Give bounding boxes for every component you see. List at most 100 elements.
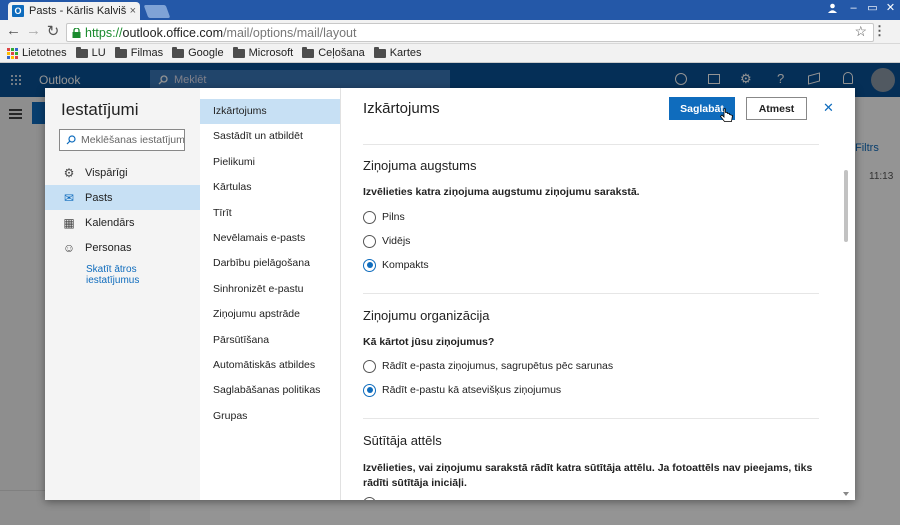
divider [363, 418, 819, 419]
window-close-button[interactable]: ✕ [880, 0, 900, 15]
folder-icon [232, 46, 245, 58]
bookmarks-bar: Lietotnes LU Filmas Google Microsoft Ceļ… [0, 44, 900, 63]
category-automatic-replies[interactable]: Automātiskās atbildes [200, 353, 340, 378]
minimize-button[interactable]: – [843, 0, 864, 15]
radio-conversation[interactable]: Rādīt e-pasta ziņojumus, sagrupētus pēc … [363, 354, 613, 378]
category-retention[interactable]: Saglabāšanas politikas [200, 378, 340, 403]
settings-left-pane: Iestatījumi Meklēšanas iestatījumi ⚙ Visp… [45, 88, 200, 500]
url-path: /mail/options/mail/layout [223, 25, 357, 40]
radio-circle-selected [363, 383, 376, 397]
radio-label: Kompakts [382, 259, 429, 271]
browser-menu-icon[interactable]: ⋮ [873, 23, 886, 39]
bookmark-label: LU [91, 47, 106, 59]
bookmark-lu[interactable]: LU [75, 46, 106, 59]
settings-search-placeholder: Meklēšanas iestatījumi [81, 134, 184, 146]
apps-grid-icon [7, 47, 18, 59]
radio-medium[interactable]: Vidējs [363, 229, 429, 253]
mail-icon: ✉ [63, 190, 75, 205]
section-organization-title: Ziņojumu organizācija [363, 308, 490, 323]
nav-people[interactable]: ☺ Personas [45, 235, 200, 260]
nav-label: Personas [85, 241, 132, 254]
nav-general[interactable]: ⚙ Vispārīgi [45, 160, 200, 185]
folder-icon [172, 46, 185, 58]
divider [363, 293, 819, 294]
reload-button[interactable]: ↻ [46, 22, 60, 40]
radio-label: Rādīt e-pasta ziņojumus, sagrupētus pēc … [382, 360, 614, 372]
nav-calendar[interactable]: ▦ Kalendārs [45, 210, 200, 235]
category-attachments[interactable]: Pielikumi [200, 150, 340, 175]
category-message-handling[interactable]: Ziņojumu apstrāde [200, 302, 340, 327]
settings-title: Iestatījumi [61, 100, 139, 119]
scrollbar-thumb[interactable] [844, 170, 848, 242]
bookmark-label: Ceļošana [318, 47, 365, 59]
radio-compact[interactable]: Kompakts [363, 253, 429, 277]
category-layout[interactable]: Izkārtojums [200, 99, 340, 125]
folder-icon [114, 46, 127, 58]
category-groups[interactable]: Grupas [200, 404, 340, 429]
section-organization-question: Kā kārtot jūsu ziņojumus? [363, 336, 495, 348]
bookmark-celosana[interactable]: Ceļošana [302, 46, 365, 59]
tab-title: Pasts - Kārlis Kalviški [29, 5, 127, 17]
radio-label: Vidējs [382, 235, 411, 247]
new-tab-button[interactable] [143, 5, 171, 18]
folder-icon [75, 46, 88, 58]
radio-full[interactable]: Pilns [363, 205, 429, 229]
radio-individual[interactable]: Rādīt e-pastu kā atsevišķus ziņojumus [363, 378, 613, 402]
gear-icon: ⚙ [63, 165, 75, 180]
bookmark-microsoft[interactable]: Microsoft [232, 46, 294, 59]
mail-categories-pane: Izkārtojums Sastādīt un atbildēt Pieliku… [200, 88, 341, 500]
lock-icon [72, 27, 81, 38]
section-message-height-question: Izvēlieties katra ziņojuma augstumu ziņo… [363, 186, 640, 198]
category-sync-email[interactable]: Sinhronizēt e-pastu [200, 277, 340, 302]
radio-circle-selected [363, 258, 376, 272]
folder-icon [373, 46, 386, 58]
page-title: Izkārtojums [363, 100, 440, 117]
bookmark-star-icon[interactable]: ☆ [854, 23, 867, 40]
bookmark-kartes[interactable]: Kartes [373, 46, 422, 59]
bookmark-label: Google [188, 47, 224, 59]
scroll-down-arrow-icon[interactable] [843, 492, 849, 496]
bookmark-google[interactable]: Google [172, 46, 224, 59]
section-sender-image-question: Izvēlieties, vai ziņojumu sarakstā rādīt… [363, 462, 813, 489]
url-scheme: https:// [85, 25, 123, 40]
radio-label: Rādīt e-pastu kā atsevišķus ziņojumus [382, 384, 562, 396]
back-button[interactable]: ← [6, 22, 21, 39]
address-bar-row: ← → ↻ https://outlook.office.com/mail/op… [0, 20, 900, 44]
folder-icon [302, 46, 315, 58]
layout-settings-pane: Izkārtojums Saglabāt Atmest ✕ Ziņojuma a… [342, 88, 855, 500]
bookmark-label: Kartes [389, 47, 422, 59]
browser-tab[interactable]: O Pasts - Kārlis Kalviški × [8, 2, 140, 20]
discard-button[interactable]: Atmest [746, 97, 807, 120]
radio-label: Pilns [382, 211, 405, 223]
nav-label: Pasts [85, 191, 113, 204]
nav-label: Kalendārs [85, 216, 135, 229]
section-sender-image-title: Sūtītāja attēls [363, 433, 442, 448]
outlook-favicon-icon: O [12, 5, 24, 17]
close-icon[interactable]: ✕ [823, 100, 834, 116]
profile-icon[interactable] [822, 0, 843, 15]
category-sweep[interactable]: Tīrīt [200, 201, 340, 226]
bookmark-filmas[interactable]: Filmas [114, 46, 164, 59]
cursor-hand-icon [720, 108, 734, 124]
nav-mail[interactable]: ✉ Pasts [45, 185, 200, 210]
bookmark-label: Microsoft [248, 47, 294, 59]
category-customize-actions[interactable]: Darbību pielāgošana [200, 251, 340, 276]
category-forwarding[interactable]: Pārsūtīšana [200, 328, 340, 353]
tab-close-icon[interactable]: × [130, 5, 136, 17]
url-domain: outlook.office.com [122, 25, 224, 40]
settings-search-input[interactable]: Meklēšanas iestatījumi [59, 129, 185, 151]
divider [363, 144, 819, 145]
url-input[interactable]: https://outlook.office.com/mail/options/… [66, 23, 874, 42]
radio-circle [363, 210, 376, 224]
radio-partial[interactable] [363, 497, 376, 500]
radio-circle [363, 234, 376, 248]
bookmark-label: Lietotnes [22, 47, 67, 59]
bookmark-apps[interactable]: Lietotnes [7, 47, 67, 59]
category-rules[interactable]: Kārtulas [200, 175, 340, 200]
quick-settings-link[interactable]: Skatīt ātros iestatījumus [86, 264, 176, 286]
nav-label: Vispārīgi [85, 166, 128, 179]
forward-button[interactable]: → [26, 22, 41, 39]
category-junk[interactable]: Nevēlamais e-pasts [200, 226, 340, 251]
bookmark-label: Filmas [130, 47, 164, 59]
category-compose[interactable]: Sastādīt un atbildēt [200, 124, 340, 149]
